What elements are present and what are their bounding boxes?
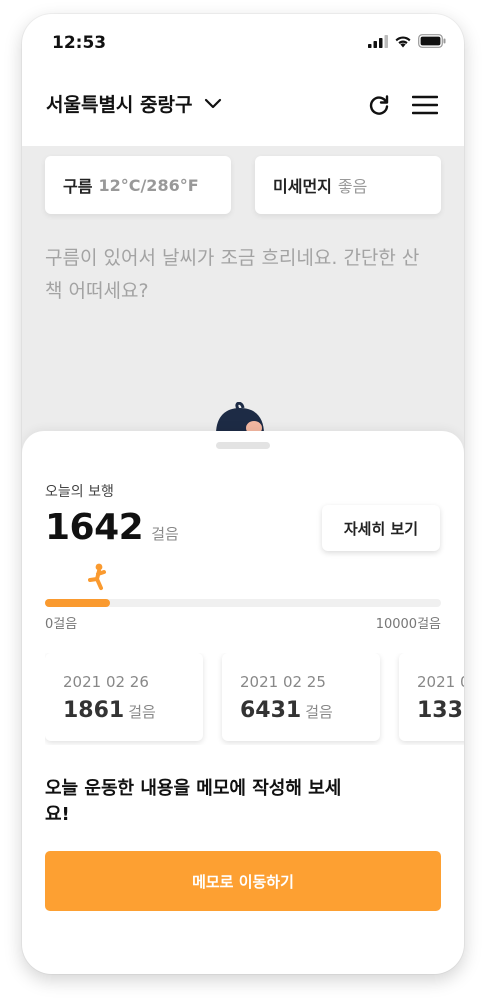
location-name: 서울특별시 중랑구 xyxy=(46,94,193,116)
history-steps-unit: 걸음 xyxy=(305,703,333,721)
walk-label: 오늘의 보행 xyxy=(45,484,114,500)
sheet-handle[interactable] xyxy=(216,442,270,449)
status-icons xyxy=(368,34,446,48)
history-steps-unit: 걸음 xyxy=(128,703,156,721)
history-steps-count: 1861 xyxy=(63,698,125,723)
signal-icon xyxy=(368,34,388,48)
history-card[interactable]: 2021 02 26 1861 걸음 xyxy=(45,653,203,741)
history-card[interactable]: 2021 02 24 133 걸음 xyxy=(399,653,464,741)
history-steps-count: 133 xyxy=(417,698,463,723)
detail-button[interactable]: 자세히 보기 xyxy=(322,505,440,551)
menu-icon xyxy=(412,95,438,115)
weather-condition: 구름 xyxy=(63,177,93,196)
battery-icon xyxy=(418,34,446,48)
status-time: 12:53 xyxy=(52,33,107,53)
refresh-button[interactable] xyxy=(366,92,392,118)
steps-unit: 걸음 xyxy=(151,525,179,543)
history-list[interactable]: 2021 02 26 1861 걸음 2021 02 25 6431 걸음 20… xyxy=(45,653,464,745)
history-steps: 133 걸음 xyxy=(417,698,464,723)
chevron-down-icon xyxy=(205,98,222,108)
history-card[interactable]: 2021 02 25 6431 걸음 xyxy=(222,653,380,741)
weather-temperature: 12°C/286°F xyxy=(98,175,199,195)
steps-progress-fill xyxy=(45,599,111,607)
app-bar: 서울특별시 중랑구 xyxy=(22,72,464,146)
status-bar: 12:53 xyxy=(22,14,464,72)
dust-chip: 미세먼지 좋음 xyxy=(255,156,441,214)
history-steps-count: 6431 xyxy=(240,698,302,723)
memo-prompt: 오늘 운동한 내용을 메모에 작성해 보세요! xyxy=(45,778,342,825)
weather-message: 구름이 있어서 날씨가 조금 흐리네요. 간단한 산책 어떠세요? xyxy=(45,247,420,302)
progress-min-label: 0걸음 xyxy=(45,617,78,632)
refresh-icon xyxy=(369,95,389,115)
history-date: 2021 02 24 xyxy=(417,673,464,691)
history-date: 2021 02 25 xyxy=(240,673,326,691)
menu-button[interactable] xyxy=(412,92,438,118)
go-to-memo-button[interactable]: 메모로 이동하기 xyxy=(45,851,441,911)
dust-value: 좋음 xyxy=(337,177,368,196)
wifi-icon xyxy=(395,35,411,47)
progress-max-label: 10000걸음 xyxy=(375,617,441,632)
steps-count: 1642 xyxy=(45,507,144,548)
phone-frame: 12:53 서울특별시 중랑구 구름 12°C/286°F 미세먼지 좋음 구름… xyxy=(22,14,464,974)
steps-progress-track xyxy=(45,599,441,607)
weather-chip: 구름 12°C/286°F xyxy=(45,156,231,214)
walker-icon xyxy=(88,563,106,590)
history-steps: 6431 걸음 xyxy=(240,698,333,723)
today-steps: 1642 걸음 xyxy=(45,507,179,548)
history-date: 2021 02 26 xyxy=(63,673,149,691)
character-illustration xyxy=(216,402,264,434)
app-bar-actions xyxy=(366,92,438,118)
location-selector[interactable]: 서울특별시 중랑구 xyxy=(46,90,222,117)
history-steps: 1861 걸음 xyxy=(63,698,156,723)
walk-sheet: 오늘의 보행 1642 걸음 자세히 보기 0걸음 10000걸음 2021 0… xyxy=(22,431,464,974)
dust-label: 미세먼지 xyxy=(273,177,332,196)
